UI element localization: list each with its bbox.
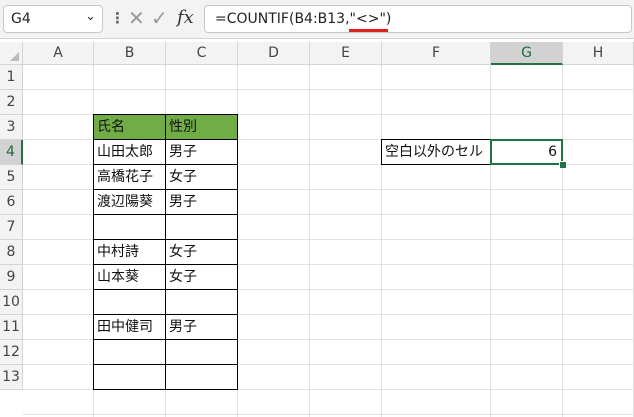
row-header-9[interactable]: 9 bbox=[0, 265, 23, 290]
table-cell-name[interactable]: 渡辺陽葵 bbox=[93, 189, 166, 215]
row-header-13[interactable]: 13 bbox=[0, 365, 23, 390]
column-header-g[interactable]: G bbox=[491, 42, 563, 65]
name-box-value: G4 bbox=[11, 11, 31, 27]
table-cell-name[interactable]: 中村詩 bbox=[93, 239, 166, 265]
column-header-f[interactable]: F bbox=[382, 42, 491, 65]
name-box[interactable]: G4 ⌄ bbox=[3, 5, 103, 33]
table-cell-gender[interactable] bbox=[165, 289, 238, 315]
more-options-icon[interactable]: ⋮ bbox=[110, 9, 125, 27]
column-header-b[interactable]: B bbox=[94, 42, 166, 65]
column-header-d[interactable]: D bbox=[238, 42, 310, 65]
row-header-8[interactable]: 8 bbox=[0, 240, 23, 265]
table-cell-gender[interactable]: 女子 bbox=[165, 164, 238, 190]
table-cell-name[interactable] bbox=[93, 364, 166, 390]
insert-function-icon[interactable]: fx bbox=[177, 7, 194, 28]
formula-bar: G4 ⌄ ⋮ ✕ ✓ fx =COUNTIF(B4:B13,"<>") bbox=[0, 0, 634, 39]
highlight-underline bbox=[349, 29, 388, 32]
row-header-1[interactable]: 1 bbox=[0, 65, 23, 90]
table-cell-name[interactable] bbox=[93, 339, 166, 365]
table-header-gender[interactable]: 性別 bbox=[165, 114, 238, 140]
fill-handle[interactable] bbox=[559, 161, 567, 169]
formula-text: =COUNTIF(B4:B13,"<>") bbox=[215, 11, 392, 27]
table-cell-name[interactable]: 山本葵 bbox=[93, 264, 166, 290]
table-cell-gender[interactable]: 女子 bbox=[165, 239, 238, 265]
result-label-cell[interactable]: 空白以外のセル bbox=[381, 139, 491, 165]
table-cell-gender[interactable]: 男子 bbox=[165, 189, 238, 215]
enter-check-icon[interactable]: ✓ bbox=[151, 6, 168, 30]
select-all-corner[interactable] bbox=[0, 42, 23, 65]
row-header-12[interactable]: 12 bbox=[0, 340, 23, 365]
table-cell-gender[interactable]: 男子 bbox=[165, 139, 238, 165]
table-cell-gender[interactable] bbox=[165, 214, 238, 240]
table-cell-name[interactable]: 田中健司 bbox=[93, 314, 166, 340]
grid-line-horizontal bbox=[23, 89, 634, 90]
table-cell-name[interactable]: 山田太郎 bbox=[93, 139, 166, 165]
table-cell-gender[interactable] bbox=[165, 339, 238, 365]
row-header-3[interactable]: 3 bbox=[0, 115, 23, 140]
active-cell-g4[interactable]: 6 bbox=[490, 139, 563, 165]
table-cell-name[interactable]: 高橋花子 bbox=[93, 164, 166, 190]
cancel-icon[interactable]: ✕ bbox=[128, 6, 145, 30]
table-cell-name[interactable] bbox=[93, 289, 166, 315]
column-header-h[interactable]: H bbox=[563, 42, 634, 65]
table-cell-name[interactable] bbox=[93, 214, 166, 240]
column-header-e[interactable]: E bbox=[310, 42, 382, 65]
row-header-2[interactable]: 2 bbox=[0, 90, 23, 115]
table-cell-gender[interactable] bbox=[165, 364, 238, 390]
select-all-icon bbox=[10, 52, 19, 61]
table-header-name[interactable]: 氏名 bbox=[93, 114, 166, 140]
formula-input[interactable]: =COUNTIF(B4:B13,"<>") bbox=[204, 5, 632, 33]
row-header-4[interactable]: 4 bbox=[0, 140, 23, 165]
row-header-6[interactable]: 6 bbox=[0, 190, 23, 215]
spreadsheet-grid[interactable]: A B C D E F G H 1 2 3 4 5 6 7 8 9 10 11 12 13 氏名 性別 山田太郎 男子 高橋花子女… bbox=[0, 42, 634, 417]
table-cell-gender[interactable]: 男子 bbox=[165, 314, 238, 340]
grid-line-horizontal bbox=[23, 414, 634, 415]
column-header-c[interactable]: C bbox=[166, 42, 238, 65]
row-header-7[interactable]: 7 bbox=[0, 215, 23, 240]
row-header-5[interactable]: 5 bbox=[0, 165, 23, 190]
row-header-10[interactable]: 10 bbox=[0, 290, 23, 315]
table-cell-gender[interactable]: 女子 bbox=[165, 264, 238, 290]
row-header-11[interactable]: 11 bbox=[0, 315, 23, 340]
chevron-down-icon[interactable]: ⌄ bbox=[85, 9, 96, 24]
column-header-a[interactable]: A bbox=[23, 42, 94, 65]
